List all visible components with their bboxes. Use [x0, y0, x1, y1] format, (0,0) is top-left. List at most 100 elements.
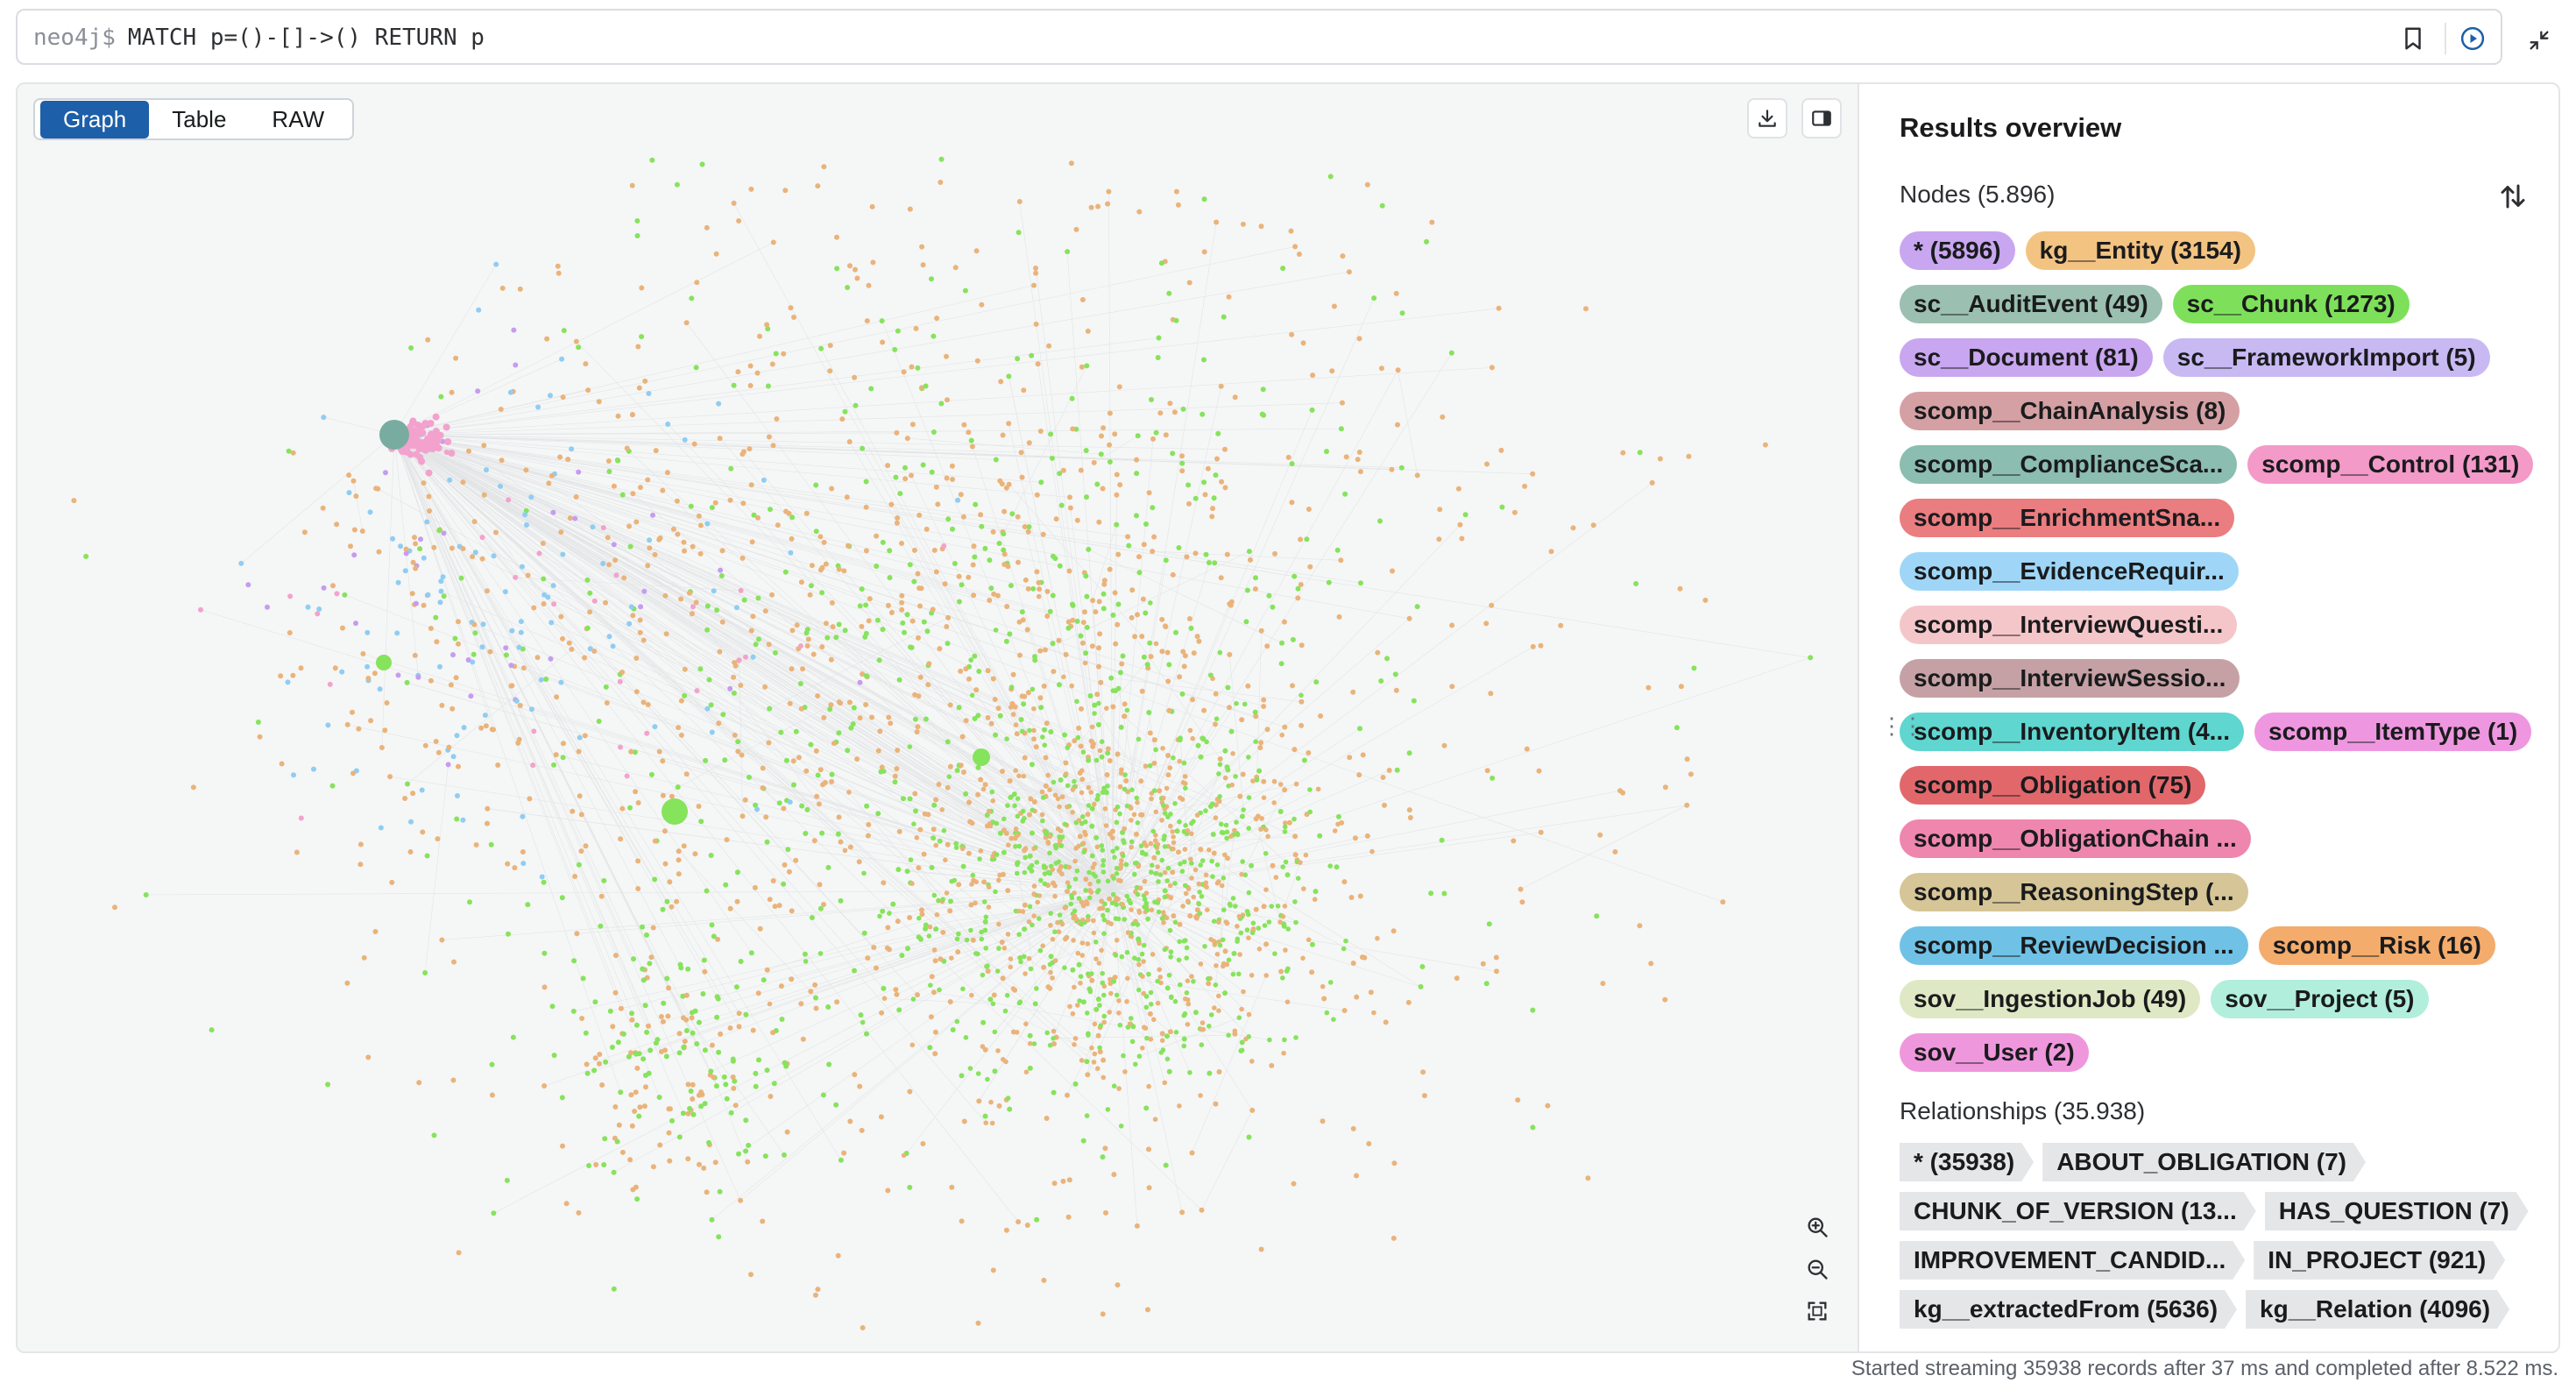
graph-node[interactable] — [550, 509, 556, 515]
graph-node[interactable] — [1390, 568, 1395, 574]
graph-node[interactable] — [1261, 795, 1267, 800]
graph-node[interactable] — [1179, 691, 1185, 697]
graph-node[interactable] — [874, 617, 881, 623]
graph-node[interactable] — [1041, 683, 1047, 689]
graph-node[interactable] — [1439, 837, 1445, 843]
graph-node[interactable] — [1105, 746, 1111, 752]
graph-node[interactable] — [1070, 967, 1076, 973]
graph-node[interactable] — [610, 1024, 616, 1030]
graph-node[interactable] — [1309, 941, 1315, 947]
graph-node[interactable] — [1112, 855, 1117, 860]
graph-node[interactable] — [857, 603, 863, 609]
graph-node[interactable] — [1012, 803, 1017, 809]
graph-node[interactable] — [1007, 1106, 1013, 1112]
graph-node[interactable] — [245, 582, 251, 588]
graph-node[interactable] — [1371, 295, 1377, 301]
graph-node[interactable] — [1275, 904, 1281, 909]
graph-node[interactable] — [1405, 999, 1412, 1005]
graph-node[interactable] — [321, 415, 327, 421]
graph-node[interactable] — [958, 668, 964, 674]
graph-node[interactable] — [655, 1037, 661, 1043]
graph-node[interactable] — [491, 1210, 497, 1216]
graph-node[interactable] — [1185, 828, 1191, 833]
graph-node[interactable] — [880, 339, 886, 345]
graph-node[interactable] — [920, 1141, 926, 1146]
graph-node[interactable] — [857, 1083, 863, 1089]
graph-node[interactable] — [1043, 783, 1049, 789]
graph-node[interactable] — [1006, 842, 1011, 847]
graph-node[interactable] — [1047, 850, 1052, 856]
graph-node[interactable] — [860, 1019, 866, 1025]
graph-node[interactable] — [613, 572, 619, 578]
graph-node[interactable] — [1179, 797, 1185, 802]
graph-node[interactable] — [572, 515, 578, 521]
graph-node[interactable] — [689, 611, 695, 617]
graph-node[interactable] — [1010, 986, 1016, 991]
graph-node[interactable] — [963, 1035, 969, 1040]
graph-node[interactable] — [1080, 1138, 1086, 1144]
graph-node[interactable] — [1178, 862, 1183, 867]
graph-node[interactable] — [586, 1163, 592, 1168]
graph-node[interactable] — [1214, 963, 1219, 968]
graph-node[interactable] — [1488, 691, 1494, 697]
graph-node[interactable] — [641, 588, 648, 594]
graph-node[interactable] — [636, 1113, 642, 1119]
graph-node[interactable] — [1177, 921, 1183, 927]
graph-node[interactable] — [541, 879, 547, 885]
graph-node[interactable] — [1139, 634, 1145, 640]
node-label-chip[interactable]: sc__Document (81) — [1900, 338, 2153, 377]
graph-node[interactable] — [1036, 579, 1042, 585]
graph-node[interactable] — [559, 356, 565, 362]
graph-node[interactable] — [1050, 867, 1056, 872]
graph-node[interactable] — [782, 1060, 788, 1066]
graph-node[interactable] — [1177, 674, 1183, 680]
graph-node[interactable] — [804, 643, 810, 649]
graph-node[interactable] — [736, 657, 742, 663]
graph-node[interactable] — [1050, 592, 1056, 599]
graph-node[interactable] — [190, 784, 196, 791]
graph-node[interactable] — [715, 996, 721, 1002]
graph-node[interactable] — [1236, 971, 1242, 977]
graph-node[interactable] — [960, 986, 966, 992]
graph-node[interactable] — [907, 1089, 913, 1095]
graph-node[interactable] — [1119, 661, 1125, 667]
graph-node[interactable] — [285, 679, 291, 685]
graph-node[interactable] — [1258, 740, 1264, 746]
graph-node[interactable] — [628, 604, 634, 610]
graph-node[interactable] — [450, 652, 456, 658]
graph-node[interactable] — [1301, 886, 1306, 891]
graph-node[interactable] — [384, 700, 390, 706]
graph-node[interactable] — [664, 975, 670, 982]
graph-node[interactable] — [902, 464, 908, 471]
graph-node[interactable] — [517, 286, 523, 292]
graph-node[interactable] — [1153, 641, 1159, 647]
graph-node[interactable] — [985, 1076, 990, 1082]
graph-node[interactable] — [1266, 919, 1272, 925]
graph-node[interactable] — [1279, 732, 1284, 738]
graph-node[interactable] — [1163, 623, 1168, 629]
graph-node[interactable] — [1015, 860, 1021, 865]
graph-node[interactable] — [479, 535, 485, 541]
graph-node[interactable] — [413, 541, 419, 547]
graph-node[interactable] — [1118, 724, 1124, 730]
graph-node[interactable] — [1227, 601, 1233, 606]
graph-node[interactable] — [980, 786, 987, 792]
graph-node[interactable] — [1084, 593, 1090, 599]
graph-node[interactable] — [813, 528, 819, 535]
graph-node[interactable] — [940, 897, 945, 902]
graph-node[interactable] — [1031, 846, 1037, 852]
graph-node[interactable] — [1232, 827, 1237, 833]
graph-node[interactable] — [476, 307, 482, 313]
graph-node[interactable] — [1194, 634, 1200, 640]
graph-node[interactable] — [410, 791, 416, 797]
graph-node[interactable] — [1202, 883, 1208, 889]
graph-node[interactable] — [830, 624, 836, 630]
graph-node[interactable] — [1266, 592, 1272, 599]
graph-node[interactable] — [1243, 1036, 1249, 1042]
graph-node[interactable] — [584, 625, 591, 631]
graph-node[interactable] — [1048, 923, 1053, 928]
graph-node[interactable] — [1199, 1207, 1205, 1213]
graph-node[interactable] — [572, 874, 578, 879]
graph-node[interactable] — [1173, 317, 1179, 323]
graph-node[interactable] — [716, 401, 722, 407]
